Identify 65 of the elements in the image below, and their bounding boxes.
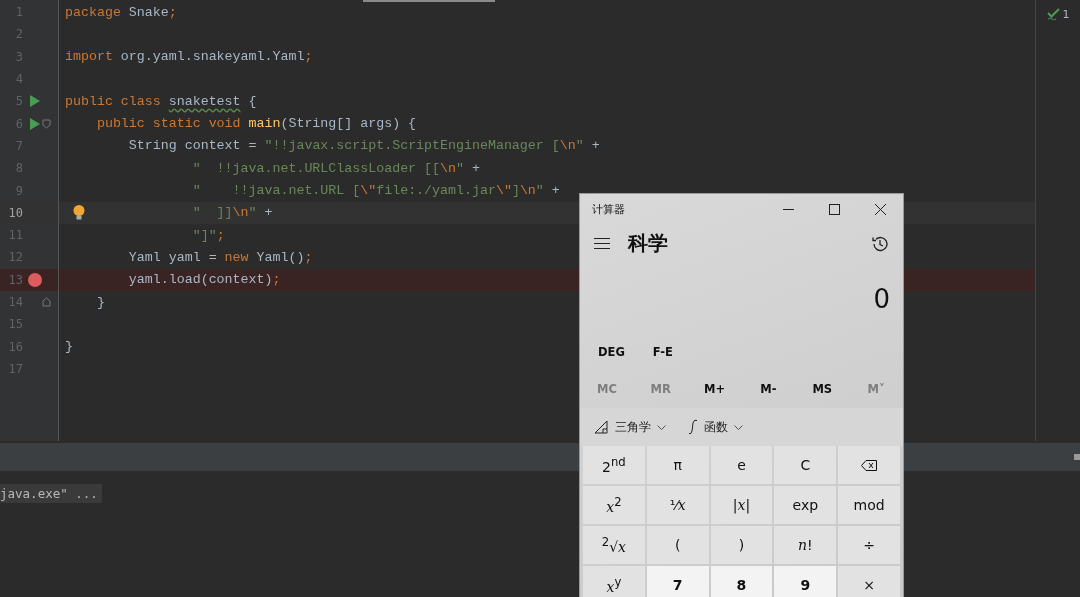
- code-line: import org.yaml.snakeyaml.Yaml;: [65, 49, 313, 65]
- calculator-key[interactable]: ×: [838, 566, 900, 597]
- memory-button[interactable]: MS: [808, 379, 837, 398]
- triangle-icon: [594, 420, 609, 435]
- minimize-icon: [782, 208, 794, 210]
- code-line: yaml.load(context);: [128, 272, 281, 288]
- code-line: " !!java.net.URL [\"file:./yaml.jar\"]\n" +: [192, 183, 560, 198]
- calculator-key[interactable]: |x|: [710, 486, 773, 524]
- calculator-key[interactable]: exp: [774, 486, 837, 524]
- mode-title: 科学: [628, 230, 669, 258]
- calculator-key[interactable]: ¹⁄x: [646, 486, 709, 524]
- calculator-key[interactable]: 9: [774, 566, 837, 597]
- console-output: java.exe" ...: [0, 484, 102, 503]
- bulb-icon[interactable]: [73, 204, 85, 220]
- run-icon[interactable]: [30, 95, 40, 108]
- calculator-key[interactable]: 2$^{nd}$: [583, 446, 645, 484]
- calculator-key[interactable]: x$^{2}$: [583, 486, 645, 524]
- code-line: "]";: [192, 227, 225, 243]
- calculator-key[interactable]: e: [710, 446, 773, 484]
- memory-button[interactable]: M-: [756, 379, 781, 398]
- calculator-key[interactable]: ): [710, 526, 773, 564]
- calculator-key[interactable]: C: [774, 446, 837, 484]
- code-line: Yaml yaml = new Yaml();: [128, 249, 313, 265]
- backspace-icon: [861, 459, 878, 471]
- function-icon: [688, 419, 698, 436]
- calculator-key[interactable]: mod: [838, 486, 900, 524]
- close-icon: [874, 203, 886, 215]
- fold-icon[interactable]: [42, 297, 51, 307]
- code-line: public class snaketest {: [65, 93, 257, 109]
- inspection-count: 1: [1062, 8, 1070, 21]
- calculator-key[interactable]: n!: [774, 526, 837, 564]
- run-icon[interactable]: [30, 117, 40, 130]
- maximize-icon: [828, 203, 840, 215]
- code-line: public static void main(String[] args) {: [96, 116, 417, 132]
- calculator-key[interactable]: 7: [646, 566, 709, 597]
- dropdown-menu[interactable]: 函数: [686, 416, 745, 438]
- calculator-key[interactable]: ÷: [838, 526, 900, 564]
- window-title: 计算器: [592, 201, 626, 217]
- check-icon[interactable]: [1046, 8, 1060, 20]
- line-number: 13: [7, 272, 23, 287]
- dropdown-menu[interactable]: 三角学: [592, 416, 668, 438]
- history-icon: [871, 234, 889, 253]
- code-line: " ]]\n" +: [192, 205, 273, 221]
- code-line: }: [96, 294, 105, 310]
- breakpoint-icon[interactable]: [28, 272, 42, 287]
- mode-toggle-button[interactable]: DEG: [594, 342, 629, 361]
- calculator-key[interactable]: π: [646, 446, 709, 484]
- backspace-key[interactable]: [838, 446, 900, 484]
- fold-icon[interactable]: [42, 118, 51, 129]
- calculator-key[interactable]: x$^{y}$: [583, 566, 645, 597]
- mode-toggle-button[interactable]: F-E: [648, 342, 677, 361]
- memory-button[interactable]: M+: [700, 379, 730, 398]
- calculator-key[interactable]: $^{2}$√x: [583, 526, 645, 564]
- menu-icon: [594, 238, 610, 250]
- code-line: package Snake;: [65, 4, 177, 20]
- line-number: 10: [7, 205, 23, 220]
- calculator-key[interactable]: (: [646, 526, 709, 564]
- calculator-key[interactable]: 8: [710, 566, 773, 597]
- chevron-icon: [657, 424, 666, 430]
- display-value: 0: [873, 284, 890, 315]
- code-line: String context = "!!javax.script.ScriptEngineManager [\n" +: [128, 138, 600, 154]
- code-line: }: [65, 339, 73, 355]
- chevron-icon: [734, 424, 743, 430]
- menu-button[interactable]: [592, 236, 612, 252]
- code-line: " !!java.net.URLClassLoader [[\n" +: [192, 160, 480, 176]
